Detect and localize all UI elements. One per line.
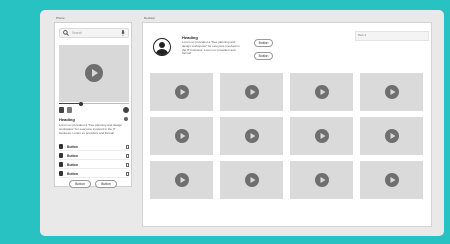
- search-input[interactable]: Search: [59, 28, 129, 38]
- desktop-frame: Heading Lorem ex provident a "free plann…: [142, 22, 432, 227]
- list-item[interactable]: Button: [59, 170, 129, 178]
- desktop-button-secondary[interactable]: Button: [254, 52, 273, 60]
- play-icon[interactable]: [175, 85, 189, 99]
- list-item-label: Button: [67, 171, 78, 176]
- text-box[interactable]: Text 1: [355, 31, 429, 41]
- video-progress-fill: [59, 103, 82, 104]
- play-icon[interactable]: [175, 173, 189, 187]
- video-thumbnail[interactable]: [220, 117, 283, 155]
- video-thumbnail[interactable]: [150, 73, 213, 111]
- play-icon[interactable]: [175, 129, 189, 143]
- user-icon: [59, 171, 63, 176]
- play-icon[interactable]: [385, 85, 399, 99]
- video-thumbnail[interactable]: [290, 73, 353, 111]
- list-item-label: Button: [67, 153, 78, 158]
- phone-button-primary[interactable]: Button: [69, 180, 91, 188]
- trash-icon[interactable]: [126, 162, 129, 167]
- play-icon[interactable]: [315, 85, 329, 99]
- play-icon[interactable]: [315, 129, 329, 143]
- user-avatar-icon: [153, 38, 171, 56]
- desktop-body-text: Lorem ex provident a "free planning and …: [182, 40, 240, 56]
- video-progress-knob[interactable]: [79, 101, 84, 106]
- search-placeholder: Search: [72, 31, 83, 35]
- play-icon[interactable]: [245, 129, 259, 143]
- list-item[interactable]: Button: [59, 143, 129, 151]
- user-icon: [59, 153, 63, 158]
- video-thumbnail[interactable]: [360, 73, 423, 111]
- video-thumbnail[interactable]: [220, 161, 283, 199]
- video-thumbnail[interactable]: [150, 117, 213, 155]
- desktop-button-primary[interactable]: Button: [254, 39, 273, 47]
- video-player[interactable]: [59, 45, 129, 102]
- video-thumbnail[interactable]: [150, 161, 213, 199]
- phone-body-text: Lorem ex provident a "free planning and …: [59, 123, 122, 135]
- phone-heading: Heading: [59, 117, 75, 122]
- more-icon[interactable]: [124, 117, 128, 121]
- settings-icon[interactable]: [123, 107, 129, 113]
- video-progress-bar[interactable]: [59, 101, 129, 106]
- video-action-icons: [59, 107, 129, 114]
- play-icon[interactable]: [315, 173, 329, 187]
- trash-icon[interactable]: [126, 144, 129, 149]
- play-icon[interactable]: [385, 129, 399, 143]
- video-thumbnail[interactable]: [220, 73, 283, 111]
- play-icon[interactable]: [85, 64, 103, 82]
- desktop-frame-label: Desktop: [144, 16, 156, 20]
- video-thumbnail[interactable]: [360, 117, 423, 155]
- list-item-label: Button: [67, 144, 78, 149]
- phone-frame-label: Phone: [56, 16, 65, 20]
- microphone-icon[interactable]: [121, 30, 125, 36]
- share-icon[interactable]: [67, 107, 72, 113]
- list-item-label: Button: [67, 162, 78, 167]
- play-icon[interactable]: [245, 85, 259, 99]
- trash-icon[interactable]: [126, 171, 129, 176]
- like-icon[interactable]: [59, 107, 64, 113]
- user-icon: [59, 144, 63, 149]
- video-thumbnail[interactable]: [360, 161, 423, 199]
- video-thumbnail[interactable]: [290, 161, 353, 199]
- list-item[interactable]: Button: [59, 152, 129, 160]
- text-box-label: Text 1: [358, 33, 367, 37]
- video-thumbnail[interactable]: [290, 117, 353, 155]
- list-item[interactable]: Button: [59, 161, 129, 169]
- search-icon: [63, 30, 69, 36]
- play-icon[interactable]: [245, 173, 259, 187]
- play-icon[interactable]: [385, 173, 399, 187]
- phone-button-secondary[interactable]: Button: [95, 180, 117, 188]
- user-icon: [59, 162, 63, 167]
- phone-frame: Search Heading Lorem ex provident a "fre…: [54, 22, 132, 188]
- trash-icon[interactable]: [126, 153, 129, 158]
